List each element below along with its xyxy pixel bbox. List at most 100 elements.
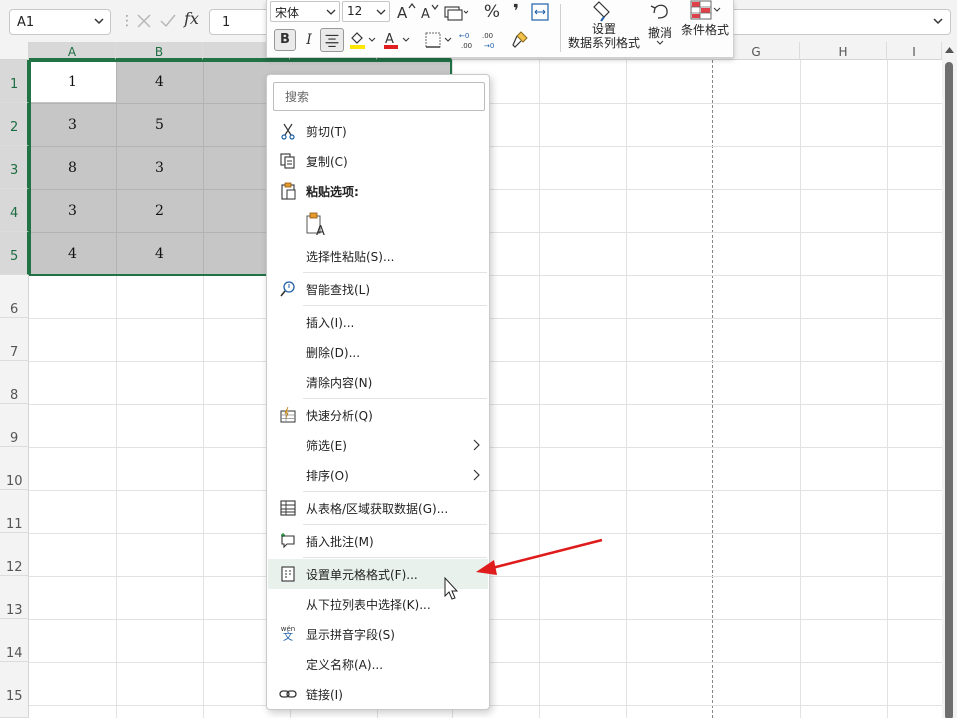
font-size-value: 12	[347, 4, 363, 18]
format-cells-icon	[281, 566, 295, 582]
menu-label: 选择性粘贴(S)...	[306, 250, 395, 264]
number-format-icon[interactable]	[443, 1, 469, 23]
menu-search-input[interactable]	[274, 83, 474, 110]
menu-item-get-data[interactable]: 从表格/区域获取数据(G)...	[268, 493, 488, 523]
row-header-13[interactable]: 13	[0, 576, 29, 619]
svg-text:A: A	[397, 4, 408, 22]
bold-button[interactable]: B	[274, 29, 296, 51]
comma-style-button[interactable]: ❜	[505, 1, 527, 23]
borders-icon[interactable]	[423, 29, 453, 51]
column-header-h[interactable]: H	[800, 42, 887, 60]
row-header-9[interactable]: 9	[0, 404, 29, 447]
cell-b5[interactable]: 4	[116, 232, 203, 275]
row-header-12[interactable]: 12	[0, 533, 29, 576]
row-header-14[interactable]: 14	[0, 619, 29, 662]
comment-icon	[281, 533, 295, 549]
font-color-icon[interactable]: A	[381, 29, 411, 51]
menu-label: 删除(D)...	[306, 346, 361, 360]
undo-button[interactable]: 撤消	[645, 0, 675, 46]
formula-bar-grip: ⋮	[120, 13, 134, 29]
cell-b4[interactable]: 2	[116, 189, 203, 232]
menu-label: 设置单元格格式(F)...	[306, 568, 418, 582]
menu-item-filter[interactable]: 筛选(E)	[268, 430, 488, 460]
menu-item-insert-comment[interactable]: 插入批注(M)	[268, 526, 488, 556]
menu-item-smart-lookup[interactable]: 智能查找(L)	[268, 274, 488, 304]
cell-a3[interactable]: 8	[29, 146, 116, 189]
cell-a2[interactable]: 3	[29, 103, 116, 146]
phonetic-icon-char: 文	[283, 632, 293, 643]
menu-item-delete[interactable]: 删除(D)...	[268, 337, 488, 367]
menu-item-pick-from-list[interactable]: 从下拉列表中选择(K)...	[268, 589, 488, 619]
format-data-series-button[interactable]: 设置 数据系列格式	[564, 0, 644, 50]
menu-item-quick-analysis[interactable]: 快速分析(Q)	[268, 400, 488, 430]
percent-style-button[interactable]: %	[481, 1, 503, 23]
name-box[interactable]: A1	[9, 9, 111, 35]
menu-item-define-name[interactable]: 定义名称(A)...	[268, 649, 488, 679]
cell-b3[interactable]: 3	[116, 146, 203, 189]
scissors-icon	[281, 123, 295, 140]
svg-text:A: A	[385, 32, 394, 47]
column-header-i[interactable]: I	[887, 42, 942, 60]
row-header-3[interactable]: 3	[0, 146, 29, 189]
vertical-scrollbar[interactable]	[942, 42, 957, 718]
menu-item-insert[interactable]: 插入(I)...	[268, 307, 488, 337]
cell-a4[interactable]: 3	[29, 189, 116, 232]
row-header-15[interactable]: 15	[0, 662, 29, 718]
format-series-label-2: 数据系列格式	[567, 36, 640, 50]
row-header-7[interactable]: 7	[0, 318, 29, 361]
decrease-font-size-icon[interactable]: A	[419, 1, 441, 23]
paste-keep-text-icon[interactable]: A	[305, 211, 329, 237]
select-all-corner[interactable]	[0, 42, 29, 60]
context-menu: 剪切(T) 复制(C) 粘贴选项: A 选择性粘贴(S)... 智能查找(L) …	[266, 74, 490, 710]
cancel-icon[interactable]	[134, 11, 154, 31]
row-header-6[interactable]: 6	[0, 275, 29, 318]
clipboard-icon	[281, 182, 296, 200]
row-header-10[interactable]: 10	[0, 447, 29, 490]
cell-a1[interactable]: 1	[29, 60, 116, 103]
font-size-select[interactable]: 12	[342, 1, 390, 22]
row-header-1[interactable]: 1	[0, 60, 29, 103]
menu-item-clear-contents[interactable]: 清除内容(N)	[268, 367, 488, 397]
copy-icon	[280, 153, 295, 169]
menu-item-paste-special[interactable]: 选择性粘贴(S)...	[268, 241, 488, 271]
row-header-4[interactable]: 4	[0, 189, 29, 232]
enter-check-icon[interactable]	[158, 11, 178, 31]
row-header-5[interactable]: 5	[0, 232, 29, 275]
expand-formula-icon[interactable]	[932, 14, 944, 28]
format-series-label-1: 设置	[591, 22, 616, 36]
align-center-icon[interactable]	[320, 28, 344, 52]
format-series-icon	[593, 1, 610, 22]
menu-item-copy[interactable]: 复制(C)	[268, 146, 488, 176]
conditional-formatting-button[interactable]: 条件格式	[679, 0, 731, 37]
format-painter-icon[interactable]	[509, 29, 531, 51]
scroll-up-icon[interactable]	[945, 46, 954, 54]
increase-decimal-icon[interactable]: ←0.00	[458, 29, 480, 51]
svg-text:.00: .00	[482, 32, 493, 40]
scrollbar-thumb[interactable]	[945, 62, 953, 718]
row-header-8[interactable]: 8	[0, 361, 29, 404]
insert-function-button[interactable]: fx	[184, 9, 204, 29]
fill-color-icon[interactable]	[347, 29, 377, 51]
column-header-a[interactable]: A	[29, 42, 116, 60]
menu-item-sort[interactable]: 排序(O)	[268, 460, 488, 490]
cell-b1[interactable]: 4	[116, 60, 203, 103]
menu-item-cut[interactable]: 剪切(T)	[268, 116, 488, 146]
row-header-2[interactable]: 2	[0, 103, 29, 146]
menu-item-paste-options: 粘贴选项:	[268, 176, 488, 206]
menu-item-show-phonetic[interactable]: wén 文 显示拼音字段(S)	[268, 619, 488, 649]
menu-item-link[interactable]: 链接(I)	[268, 679, 488, 709]
wrap-text-icon[interactable]	[529, 1, 551, 23]
italic-button[interactable]: I	[298, 29, 320, 51]
increase-font-size-icon[interactable]: A	[395, 1, 417, 23]
decrease-decimal-icon[interactable]: .00→0	[481, 29, 503, 51]
chevron-down-icon[interactable]	[93, 14, 105, 28]
font-name-select[interactable]: 宋体	[270, 1, 340, 22]
menu-label: 复制(C)	[306, 155, 348, 169]
menu-item-format-cells[interactable]: 设置单元格格式(F)...	[268, 559, 488, 589]
row-header-11[interactable]: 11	[0, 490, 29, 533]
column-header-b[interactable]: B	[116, 42, 203, 60]
menu-search-box[interactable]	[273, 82, 485, 111]
menu-label: 快速分析(Q)	[306, 409, 373, 423]
cell-a5[interactable]: 4	[29, 232, 116, 275]
cell-b2[interactable]: 5	[116, 103, 203, 146]
